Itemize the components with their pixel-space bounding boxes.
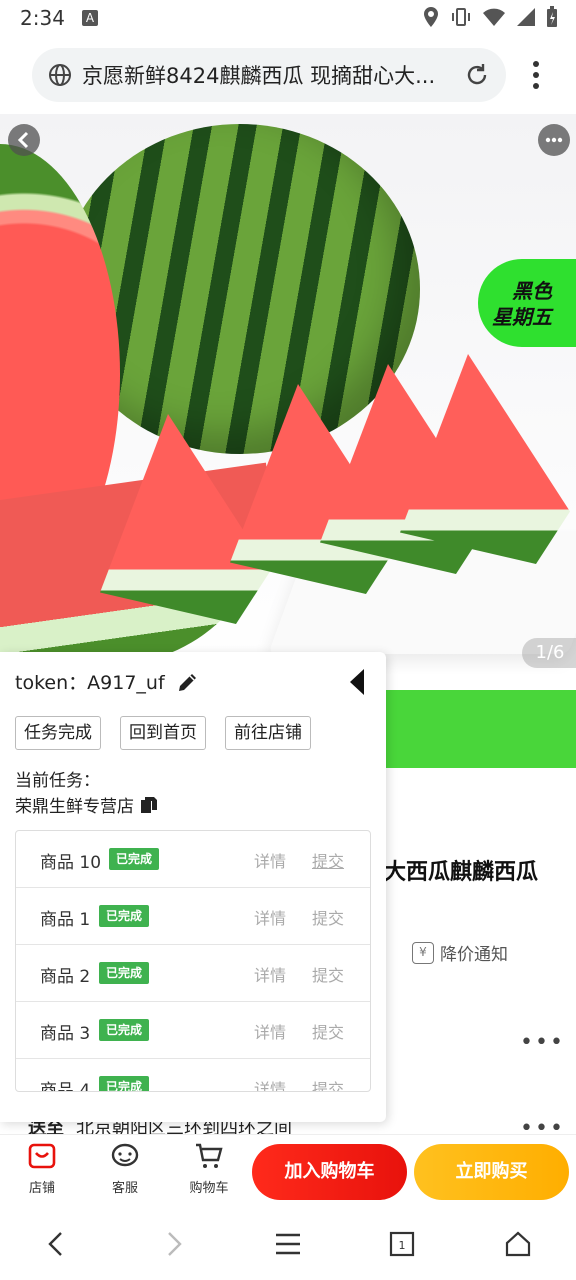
battery-icon (547, 6, 557, 27)
address-bar[interactable]: 京愿新鲜8424麒麟西瓜 现摘甜心大... (32, 48, 506, 102)
system-navigation-bar: 1 (0, 1208, 576, 1280)
go-store-button[interactable]: 前往店铺 (225, 716, 311, 750)
browser-toolbar: 京愿新鲜8424麒麟西瓜 现摘甜心大... (0, 36, 576, 114)
item-name: 商品 2 (40, 967, 91, 987)
task-list: 商品 10 已完成 详情 提交 商品 1 已完成 详情 提交 商品 2 已完成 … (15, 830, 371, 1092)
globe-icon (49, 64, 71, 86)
store-label: 店铺 (28, 1181, 55, 1196)
table-row: 商品 10 已完成 详情 提交 (16, 831, 370, 888)
status-badge: 已完成 (99, 1019, 150, 1041)
home-icon[interactable] (504, 1230, 532, 1258)
cart-icon (196, 1143, 223, 1168)
status-badge: 已完成 (109, 848, 160, 870)
wifi-icon (483, 8, 505, 26)
reload-icon[interactable] (464, 62, 490, 88)
image-pager: 1/6 (522, 638, 576, 668)
bottom-action-bar: 店铺 客服 购物车 加入购物车 立即购买 (0, 1134, 576, 1208)
customer-service-icon (111, 1143, 139, 1167)
add-to-cart-button[interactable]: 加入购物车 (252, 1144, 407, 1200)
table-row: 商品 1 已完成 详情 提交 (16, 888, 370, 945)
tabs-icon[interactable]: 1 (388, 1230, 416, 1258)
back-button[interactable] (8, 124, 40, 156)
copy-icon[interactable] (140, 796, 158, 814)
buy-now-button[interactable]: 立即购买 (414, 1144, 569, 1200)
status-badge: 已完成 (99, 905, 150, 927)
item-name: 商品 3 (40, 1024, 91, 1044)
more-dots-icon[interactable]: ••• (520, 1030, 565, 1055)
item-name: 商品 10 (40, 853, 102, 873)
task-panel: token：A917_uf 任务完成 回到首页 前往店铺 当前任务： 荣鼎生鲜专… (0, 652, 386, 1122)
service-nav-button[interactable]: 客服 (95, 1141, 155, 1196)
yen-icon: ¥ (412, 941, 434, 964)
current-task-label: 当前任务： (15, 771, 100, 791)
menu-icon[interactable] (274, 1230, 302, 1258)
notification-a-icon: A (82, 10, 98, 26)
product-image-carousel[interactable]: 黑色 星期五 1/6 (0, 114, 576, 674)
detail-link[interactable]: 详情 (254, 962, 286, 986)
signal-icon (517, 8, 535, 26)
more-options-button[interactable] (538, 124, 570, 156)
cart-nav-button[interactable]: 购物车 (179, 1141, 239, 1196)
forward-icon[interactable] (162, 1230, 186, 1258)
go-home-button[interactable]: 回到首页 (120, 716, 206, 750)
promo-line-2: 星期五 (492, 305, 552, 329)
more-menu-icon[interactable] (524, 58, 548, 92)
back-arrow-icon (17, 131, 29, 149)
token-value: A917_uf (87, 672, 165, 694)
item-name: 商品 4 (40, 1081, 91, 1092)
table-row: 商品 4 已完成 详情 提交 (16, 1059, 370, 1092)
current-store: 荣鼎生鲜专营店 (15, 792, 158, 817)
status-time: 2:34 (20, 6, 65, 30)
task-complete-button[interactable]: 任务完成 (15, 716, 101, 750)
table-row: 商品 3 已完成 详情 提交 (16, 1002, 370, 1059)
cart-label: 购物车 (189, 1181, 229, 1196)
submit-link[interactable]: 提交 (312, 1019, 344, 1043)
submit-link[interactable]: 提交 (312, 962, 344, 986)
back-icon[interactable] (44, 1230, 68, 1258)
vibrate-icon (452, 8, 470, 26)
submit-link[interactable]: 提交 (312, 1076, 344, 1091)
detail-link[interactable]: 详情 (254, 1076, 286, 1091)
service-label: 客服 (111, 1181, 138, 1196)
token-display: token：A917_uf (15, 668, 165, 695)
black-friday-badge: 黑色 星期五 (478, 259, 576, 347)
store-icon (28, 1143, 56, 1169)
detail-link[interactable]: 详情 (254, 905, 286, 929)
status-bar: 2:34 A (0, 0, 576, 36)
table-row: 商品 2 已完成 详情 提交 (16, 945, 370, 1002)
pencil-icon[interactable] (176, 670, 200, 694)
collapse-triangle-icon[interactable] (348, 668, 366, 696)
submit-link[interactable]: 提交 (312, 905, 344, 929)
promo-line-1: 黑色 (512, 279, 552, 303)
status-badge: 已完成 (99, 962, 150, 984)
product-title: 大西瓜麒麟西瓜 (384, 860, 539, 885)
svg-text:1: 1 (399, 1239, 406, 1252)
status-badge: 已完成 (99, 1076, 150, 1091)
token-label: token： (15, 672, 88, 694)
price-drop-notice-button[interactable]: ¥ 降价通知 (412, 940, 508, 965)
detail-link[interactable]: 详情 (254, 848, 286, 872)
url-text[interactable]: 京愿新鲜8424麒麟西瓜 现摘甜心大... (82, 62, 462, 90)
price-notice-label: 降价通知 (440, 945, 508, 965)
detail-link[interactable]: 详情 (254, 1019, 286, 1043)
location-icon (424, 7, 438, 27)
status-icons (422, 6, 558, 28)
promo-banner (385, 690, 576, 768)
item-name: 商品 1 (40, 910, 91, 930)
ellipsis-icon (545, 137, 563, 143)
store-nav-button[interactable]: 店铺 (12, 1141, 72, 1196)
submit-link[interactable]: 提交 (312, 848, 344, 872)
store-name: 荣鼎生鲜专营店 (15, 797, 134, 817)
